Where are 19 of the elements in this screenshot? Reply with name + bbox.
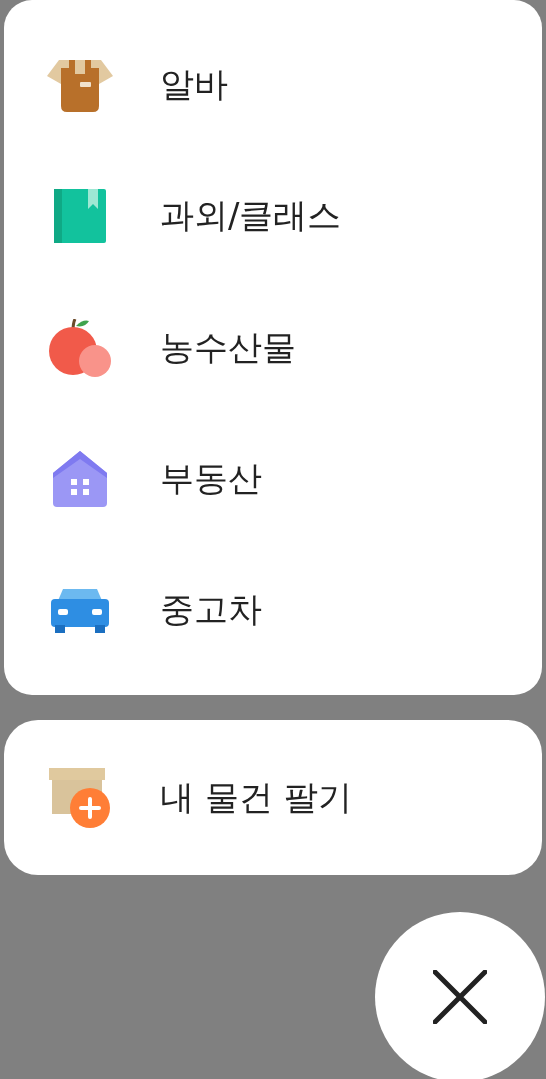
menu-item[interactable]: 농수산물 <box>4 281 542 414</box>
menu-item[interactable]: 알바 <box>4 19 542 151</box>
menu-item-label: 중고차 <box>160 588 262 632</box>
apron-icon <box>47 57 113 112</box>
book-icon <box>54 189 106 244</box>
menu-item-label: 알바 <box>160 62 228 106</box>
box-plus-icon <box>49 767 111 828</box>
menu-item[interactable]: 과외/클래스 <box>4 150 542 282</box>
sell-item[interactable]: 내 물건 팔기 <box>4 720 542 875</box>
close-icon <box>433 970 487 1024</box>
menu-item[interactable]: 중고차 <box>4 544 542 677</box>
apple-icon <box>47 318 113 377</box>
car-icon <box>51 587 109 634</box>
sell-item-label: 내 물건 팔기 <box>160 775 352 819</box>
house-icon <box>53 450 107 507</box>
menu-item[interactable]: 부동산 <box>4 413 542 545</box>
menu-item-label: 농수산물 <box>160 325 296 369</box>
menu-item-label: 부동산 <box>160 456 262 500</box>
menu-item-label: 과외/클래스 <box>160 194 342 238</box>
